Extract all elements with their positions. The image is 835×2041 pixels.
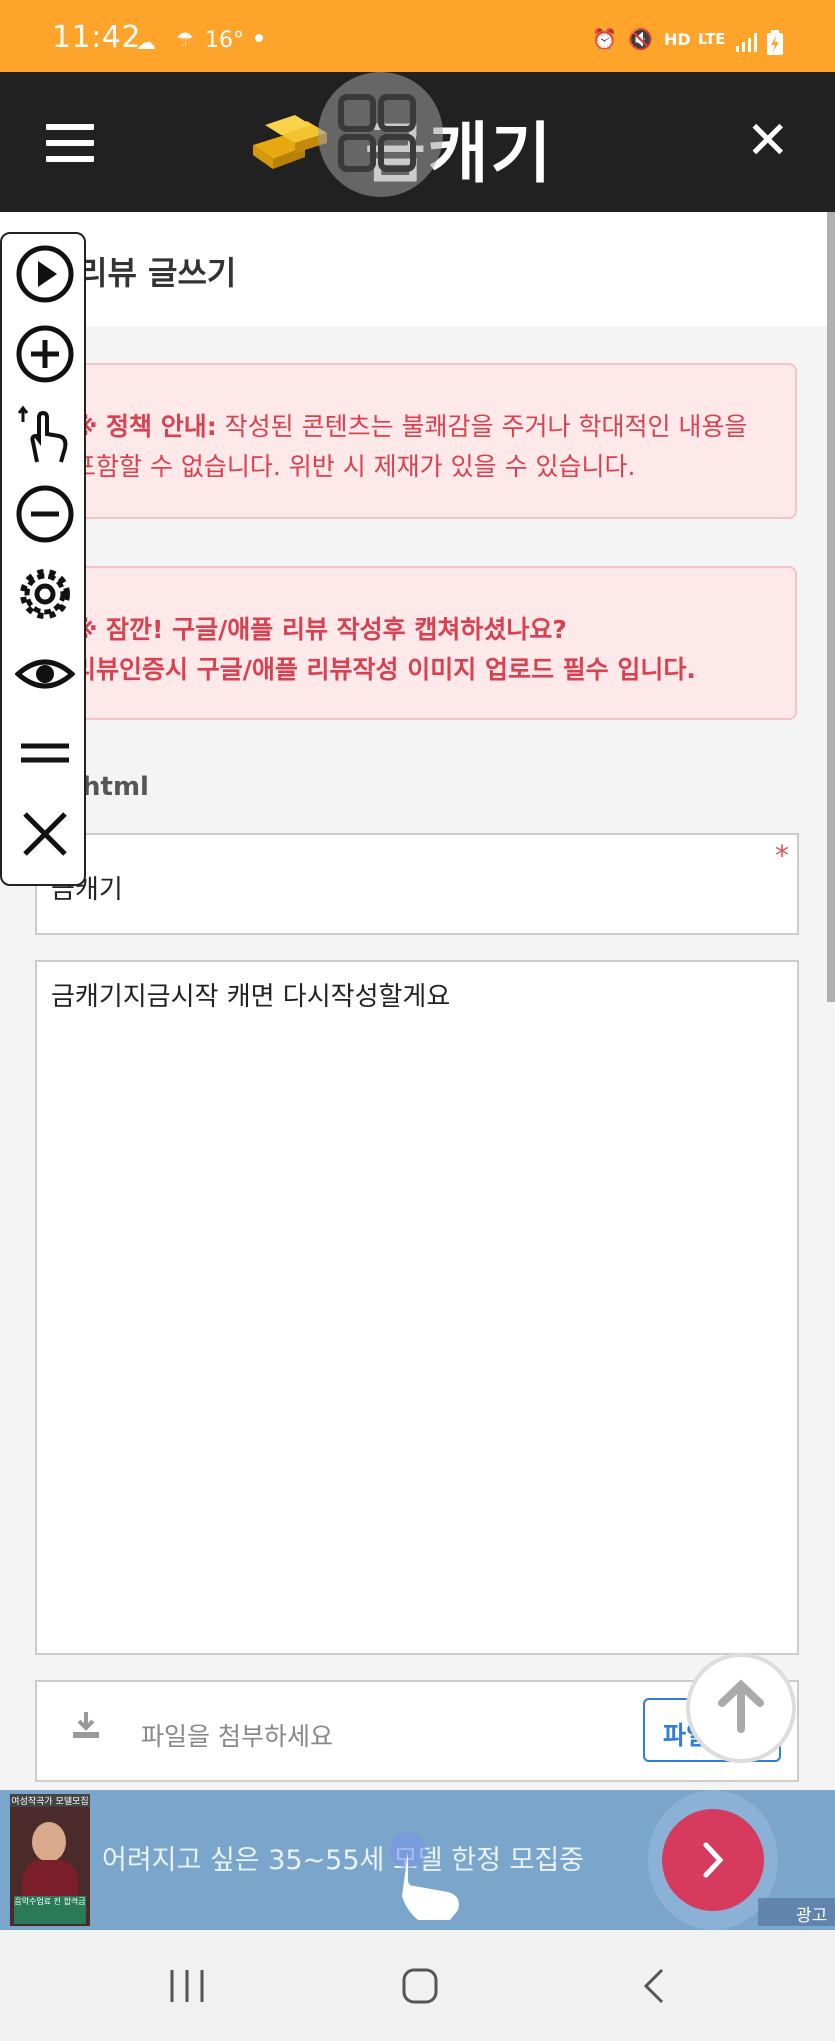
settings-icon[interactable] bbox=[15, 564, 75, 624]
equals-icon[interactable] bbox=[15, 724, 75, 784]
status-time: 11:42 bbox=[52, 20, 141, 55]
recent-apps-icon[interactable] bbox=[166, 1966, 208, 2006]
dot-icon bbox=[255, 34, 263, 42]
lte-icon: LTE bbox=[698, 30, 726, 48]
policy-prefix: ※ 정책 안내: bbox=[73, 412, 217, 441]
home-icon[interactable] bbox=[400, 1966, 440, 2006]
close-icon[interactable] bbox=[15, 804, 75, 864]
policy-text-1: 작성된 콘텐츠는 불쾌감을 주거나 학대적인 내용을 bbox=[216, 412, 748, 441]
page-title: 리뷰 글쓰기 bbox=[78, 254, 237, 292]
ad-text: 어려지고 싶은 35~55세 모델 한정 모집중 bbox=[102, 1845, 585, 1876]
signal-icon bbox=[736, 33, 757, 52]
subject-input[interactable]: 금캐기 * bbox=[35, 833, 799, 935]
ad-next-button[interactable] bbox=[662, 1809, 764, 1911]
touch-icon[interactable] bbox=[15, 404, 75, 464]
file-placeholder: 파일을 첨부하세요 bbox=[141, 1722, 333, 1751]
cloud-icon: ☁ bbox=[136, 30, 156, 54]
review-notice: ※ 잠깐! 구글/애플 리뷰 작성후 캡쳐하셨나요? 리뷰인증시 구글/애플 리… bbox=[35, 566, 797, 720]
system-nav-bar bbox=[0, 1930, 835, 2041]
floating-toolbar bbox=[0, 232, 86, 886]
status-temperature: 16° bbox=[205, 28, 244, 53]
hamburger-icon[interactable] bbox=[46, 124, 94, 162]
policy-notice: ※ 정책 안내: 작성된 콘텐츠는 불쾌감을 주거나 학대적인 내용을 포함할 … bbox=[35, 363, 797, 519]
battery-charging-icon bbox=[767, 30, 783, 55]
ad-thumb-caption: 여성작곡가 모델모집 bbox=[10, 1794, 90, 1807]
eye-icon[interactable] bbox=[15, 644, 75, 704]
arrow-up-icon bbox=[718, 1679, 764, 1733]
floating-menu-button[interactable] bbox=[318, 72, 443, 197]
policy-line-1: ※ 정책 안내: 작성된 콘텐츠는 불쾌감을 주거나 학대적인 내용을 bbox=[73, 407, 747, 443]
content-textarea[interactable]: 금캐기지금시작 캐면 다시작성할게요 bbox=[35, 960, 799, 1655]
ad-thumb-sign: 음악수업료 전 합격금 bbox=[14, 1896, 86, 1924]
download-icon bbox=[73, 1712, 99, 1738]
play-icon[interactable] bbox=[15, 244, 75, 304]
scrollbar[interactable] bbox=[827, 212, 835, 1002]
required-mark: * bbox=[775, 839, 789, 872]
ad-label: 광고 bbox=[758, 1898, 835, 1926]
back-icon[interactable] bbox=[640, 1966, 670, 2006]
html-checkbox-label: html bbox=[82, 772, 149, 802]
chevron-right-icon bbox=[703, 1842, 724, 1878]
content-value: 금캐기지금시작 캐면 다시작성할게요 bbox=[51, 982, 451, 1012]
zoom-in-icon[interactable] bbox=[15, 324, 75, 384]
zoom-out-icon[interactable] bbox=[15, 484, 75, 544]
scroll-top-button[interactable] bbox=[686, 1653, 796, 1763]
file-attach-field[interactable]: 파일을 첨부하세요 파일 bbox=[35, 1680, 799, 1782]
hd-voice-icon: HD bbox=[664, 30, 691, 49]
tap-hand-icon bbox=[390, 1832, 459, 1920]
status-bar: 11:42 ☁ ☂ 16° ⏰ 🔇 HD LTE bbox=[0, 0, 835, 72]
policy-line-2: 포함할 수 없습니다. 위반 시 제재가 있을 수 있습니다. bbox=[73, 452, 636, 481]
close-icon[interactable]: ✕ bbox=[746, 115, 790, 167]
ad-thumbnail: 여성작곡가 모델모집 음악수업료 전 합격금 bbox=[10, 1794, 90, 1926]
weather-icon: ☂ bbox=[176, 27, 194, 51]
review-line-1: ※ 잠깐! 구글/애플 리뷰 작성후 캡쳐하셨나요? bbox=[73, 615, 567, 644]
ad-banner[interactable]: 여성작곡가 모델모집 음악수업료 전 합격금 어려지고 싶은 35~55세 모델… bbox=[0, 1790, 835, 1930]
review-line-2: 리뷰인증시 구글/애플 리뷰작성 이미지 업로드 필수 입니다. bbox=[73, 655, 696, 684]
page-header: ‹ 리뷰 글쓰기 bbox=[0, 212, 827, 326]
mute-icon: 🔇 bbox=[628, 27, 653, 51]
alarm-icon: ⏰ bbox=[592, 27, 617, 51]
